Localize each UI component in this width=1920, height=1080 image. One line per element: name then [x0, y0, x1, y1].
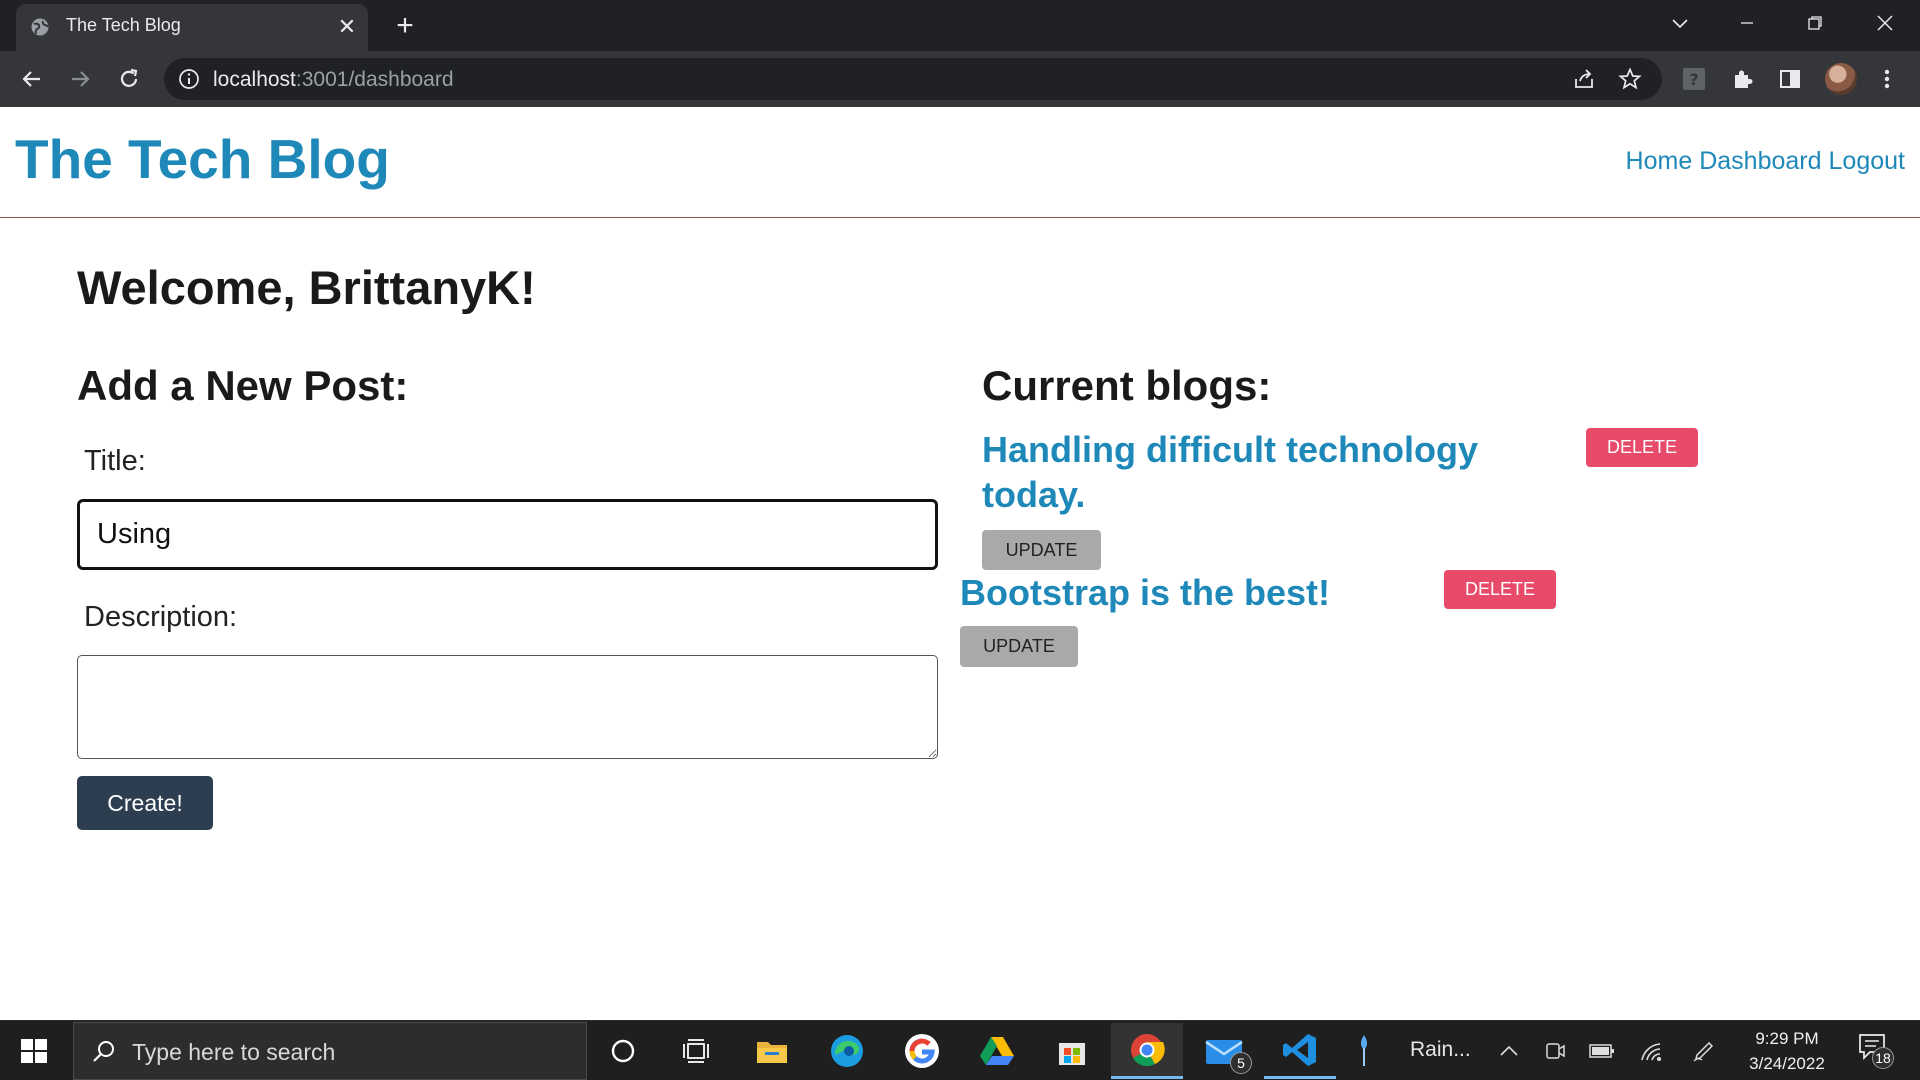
extension-help-icon[interactable]: ?	[1680, 65, 1708, 93]
site-title[interactable]: The Tech Blog	[15, 127, 390, 191]
close-window-icon[interactable]	[1860, 6, 1910, 40]
delete-button[interactable]: DELETE	[1444, 570, 1556, 609]
welcome-heading: Welcome, BrittanyK!	[77, 261, 536, 314]
tab-title: The Tech Blog	[66, 15, 181, 35]
description-textarea[interactable]	[77, 655, 938, 759]
url-path: :3001/dashboard	[295, 68, 454, 91]
puzzle-extensions-icon[interactable]	[1729, 65, 1757, 93]
clock-time: 9:29 PM	[1755, 1029, 1819, 1048]
google-drive-icon[interactable]	[961, 1023, 1033, 1079]
title-label: Title:	[84, 445, 146, 477]
clock-date: 3/24/2022	[1749, 1054, 1825, 1073]
profile-avatar[interactable]	[1825, 63, 1857, 95]
back-arrow-icon[interactable]	[15, 62, 49, 96]
system-clock[interactable]: 9:29 PM 3/24/2022	[1732, 1026, 1842, 1076]
current-blogs-heading: Current blogs:	[982, 362, 1272, 409]
address-bar[interactable]: localhost:3001/dashboard	[164, 58, 1662, 100]
pen-icon[interactable]	[1691, 1038, 1717, 1064]
chevron-up-icon[interactable]	[1496, 1038, 1522, 1064]
new-post-heading: Add a New Post:	[77, 362, 409, 409]
vscode-icon[interactable]	[1264, 1023, 1336, 1079]
meet-now-icon[interactable]	[1542, 1038, 1568, 1064]
site-nav: Home Dashboard Logout	[1626, 147, 1905, 176]
update-button[interactable]: UPDATE	[982, 530, 1101, 570]
task-view-icon[interactable]	[660, 1023, 732, 1079]
windows-taskbar: Type here to search 5 Rain... 9:29 PM 3/…	[0, 1020, 1920, 1080]
wifi-icon[interactable]	[1639, 1038, 1665, 1064]
site-header: The Tech Blog Home Dashboard Logout	[0, 107, 1920, 218]
nav-logout-link[interactable]: Logout	[1829, 147, 1905, 176]
taskbar-search-box[interactable]: Type here to search	[73, 1022, 587, 1080]
weather-label[interactable]: Rain...	[1410, 1038, 1471, 1062]
globe-icon	[31, 18, 49, 36]
page-content: The Tech Blog Home Dashboard Logout Welc…	[0, 107, 1920, 1020]
nav-dashboard-link[interactable]: Dashboard	[1699, 147, 1821, 176]
cortana-icon[interactable]	[587, 1023, 659, 1079]
google-icon[interactable]	[886, 1023, 958, 1079]
windows-start-icon[interactable]	[18, 1035, 50, 1067]
browser-tab[interactable]: The Tech Blog ✕	[16, 4, 368, 51]
nav-home-link[interactable]: Home	[1626, 147, 1693, 176]
browser-toolbar: localhost:3001/dashboard ?	[0, 51, 1920, 107]
chevron-down-icon[interactable]	[1655, 6, 1705, 40]
info-icon[interactable]	[178, 68, 200, 90]
url-text[interactable]: localhost:3001/dashboard	[213, 68, 454, 92]
blog-title[interactable]: Bootstrap is the best!	[960, 572, 1330, 614]
action-center-icon[interactable]: 18	[1858, 1033, 1894, 1069]
svg-text:?: ?	[1689, 70, 1698, 89]
title-input[interactable]	[77, 499, 938, 570]
browser-tab-strip: The Tech Blog ✕ +	[0, 0, 1920, 51]
description-label: Description:	[84, 601, 238, 633]
side-panel-icon[interactable]	[1776, 65, 1804, 93]
file-explorer-icon[interactable]	[736, 1023, 808, 1079]
close-tab-icon[interactable]: ✕	[334, 14, 360, 40]
chrome-icon[interactable]	[1111, 1023, 1183, 1079]
edge-browser-icon[interactable]	[811, 1023, 883, 1079]
blog-title[interactable]: Handling difficult technology today.	[982, 427, 1542, 517]
minimize-icon[interactable]	[1722, 6, 1772, 40]
share-icon[interactable]	[1572, 67, 1596, 91]
reload-icon[interactable]	[112, 62, 146, 96]
mail-badge: 5	[1230, 1052, 1252, 1074]
restore-icon[interactable]	[1790, 6, 1840, 40]
weather-icon[interactable]	[1344, 1023, 1384, 1079]
microsoft-store-icon[interactable]	[1036, 1023, 1108, 1079]
url-host: localhost	[213, 68, 296, 91]
create-button[interactable]: Create!	[77, 776, 213, 830]
search-icon	[93, 1041, 114, 1062]
battery-icon[interactable]	[1589, 1038, 1615, 1064]
new-tab-icon[interactable]: +	[388, 10, 422, 44]
search-placeholder: Type here to search	[132, 1039, 336, 1065]
forward-arrow-icon[interactable]	[63, 62, 97, 96]
delete-button[interactable]: DELETE	[1586, 428, 1698, 467]
notification-badge: 18	[1872, 1047, 1894, 1069]
update-button[interactable]: UPDATE	[960, 626, 1078, 667]
more-menu-icon[interactable]	[1873, 65, 1901, 93]
mail-icon[interactable]: 5	[1188, 1023, 1260, 1079]
bookmark-star-icon[interactable]	[1618, 67, 1642, 91]
